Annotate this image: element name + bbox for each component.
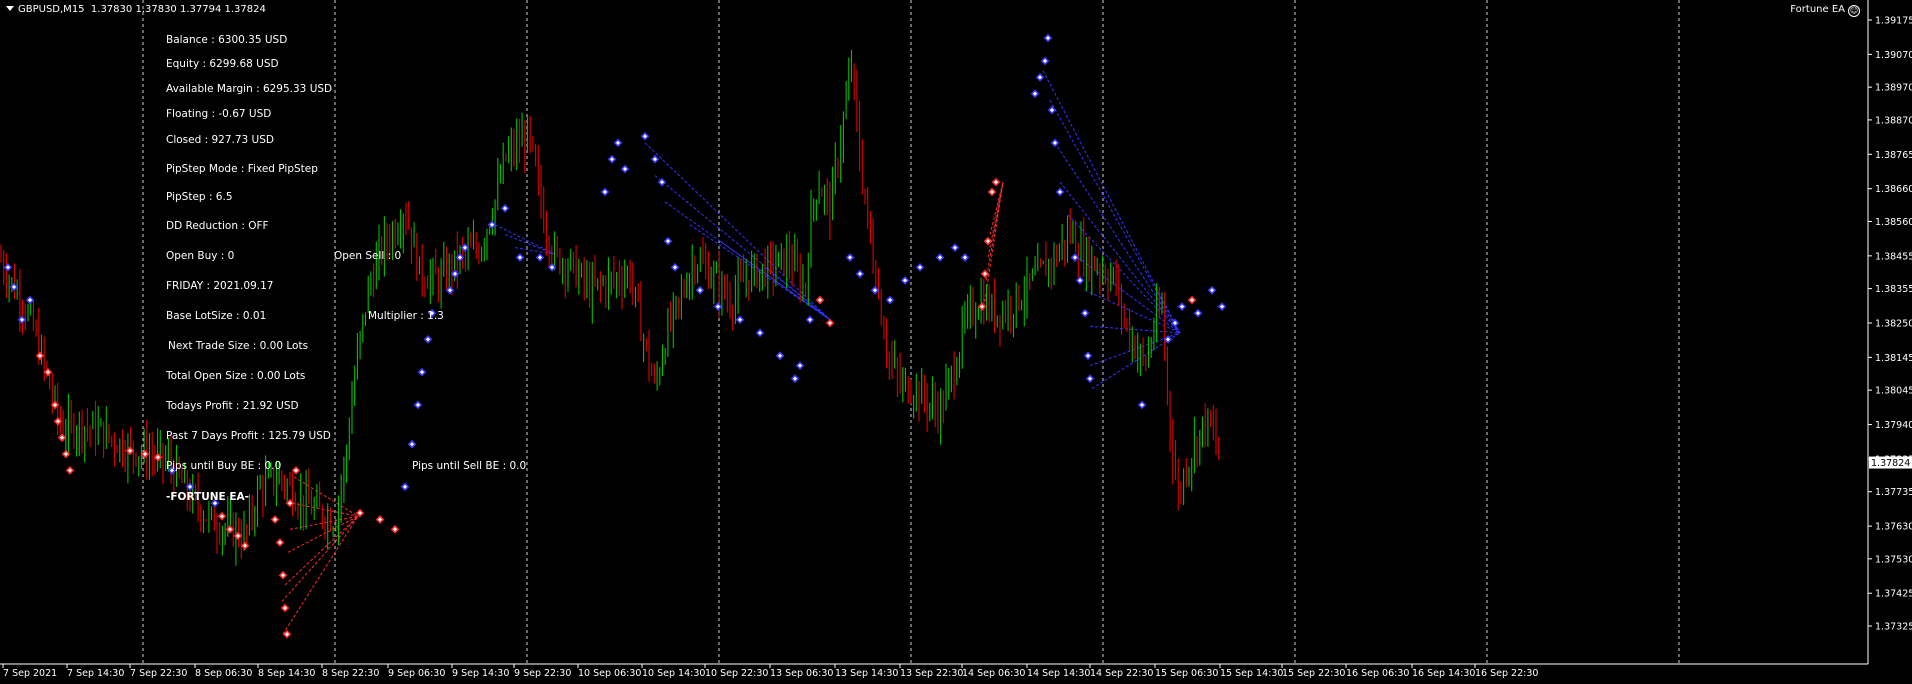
closed-text: Closed : 927.73 USD — [166, 134, 274, 146]
total-open-text: Total Open Size : 0.00 Lots — [166, 370, 306, 382]
time-tick-label: 15 Sep 06:30 — [1155, 668, 1218, 679]
dropdown-triangle-icon[interactable] — [6, 6, 14, 11]
time-tick-label: 16 Sep 22:30 — [1475, 668, 1538, 679]
price-tick-label: 1.38765 — [1875, 150, 1912, 161]
price-tick-label: 1.37735 — [1875, 487, 1912, 498]
time-tick-label: 8 Sep 22:30 — [322, 668, 379, 679]
open-sell-text: Open Sell : 0 — [334, 250, 402, 262]
price-tick-label: 1.37630 — [1875, 522, 1912, 533]
symbol-header[interactable]: GBPUSD,M15 1.37830 1.37830 1.37794 1.378… — [6, 4, 266, 15]
time-tick-label: 15 Sep 14:30 — [1220, 668, 1283, 679]
brand-text: -FORTUNE EA- — [166, 491, 250, 503]
time-tick-label: 9 Sep 06:30 — [388, 668, 445, 679]
time-tick-label: 13 Sep 22:30 — [900, 668, 963, 679]
time-tick-label: 10 Sep 22:30 — [705, 668, 768, 679]
price-tick-label: 1.38355 — [1875, 284, 1912, 295]
ea-label[interactable]: Fortune EA ☺ — [1790, 4, 1860, 17]
symbol-label: GBPUSD,M15 — [18, 4, 85, 15]
ea-name: Fortune EA — [1790, 4, 1845, 15]
price-tick-label: 1.38045 — [1875, 386, 1912, 397]
time-tick-label: 14 Sep 14:30 — [1027, 668, 1090, 679]
time-tick-label: 14 Sep 06:30 — [962, 668, 1025, 679]
pipstep-mode-text: PipStep Mode : Fixed PipStep — [166, 163, 318, 175]
time-tick-label: 15 Sep 22:30 — [1282, 668, 1345, 679]
price-tick-label: 1.39175 — [1875, 16, 1912, 27]
multiplier-text: Multiplier : 1.3 — [368, 310, 444, 322]
price-tick-label: 1.38870 — [1875, 115, 1912, 126]
time-tick-label: 9 Sep 14:30 — [452, 668, 509, 679]
price-tick-label: 1.38660 — [1875, 184, 1912, 195]
time-tick-label: 16 Sep 06:30 — [1346, 668, 1409, 679]
time-tick-label: 16 Sep 14:30 — [1412, 668, 1475, 679]
price-tick-label: 1.38250 — [1875, 319, 1912, 330]
dd-reduction-text: DD Reduction : OFF — [166, 220, 269, 232]
date-text: FRIDAY : 2021.09.17 — [166, 280, 274, 292]
price-tick-label: 1.37325 — [1875, 622, 1912, 633]
price-tick-label: 1.38970 — [1875, 83, 1912, 94]
smiley-icon: ☺ — [1848, 5, 1860, 17]
price-tick-label: 1.38455 — [1875, 251, 1912, 262]
ohlc-values: 1.37830 1.37830 1.37794 1.37824 — [90, 4, 266, 15]
time-tick-label: 10 Sep 06:30 — [578, 668, 641, 679]
current-price-label: 1.37824 — [1871, 458, 1910, 469]
pips-sell-be-text: Pips until Sell BE : 0.0 — [412, 460, 527, 472]
time-tick-label: 8 Sep 14:30 — [258, 668, 315, 679]
pips-buy-be-text: Pips until Buy BE : 0.0 — [166, 460, 282, 472]
equity-text: Equity : 6299.68 USD — [166, 58, 279, 70]
time-tick-label: 9 Sep 22:30 — [514, 668, 571, 679]
time-tick-label: 7 Sep 14:30 — [67, 668, 124, 679]
time-tick-label: 8 Sep 06:30 — [195, 668, 252, 679]
balance-text: Balance : 6300.35 USD — [166, 34, 288, 46]
todays-profit-text: Todays Profit : 21.92 USD — [166, 400, 299, 412]
time-tick-label: 7 Sep 2021 — [3, 668, 57, 679]
time-tick-label: 7 Sep 22:30 — [130, 668, 187, 679]
time-tick-label: 13 Sep 06:30 — [770, 668, 833, 679]
price-tick-label: 1.37530 — [1875, 554, 1912, 565]
open-buy-text: Open Buy : 0 — [166, 250, 235, 262]
price-tick-label: 1.37425 — [1875, 589, 1912, 600]
time-tick-label: 13 Sep 14:30 — [835, 668, 898, 679]
price-tick-label: 1.38145 — [1875, 353, 1912, 364]
time-tick-label: 14 Sep 22:30 — [1090, 668, 1153, 679]
floating-text: Floating : -0.67 USD — [166, 108, 272, 120]
next-trade-text: Next Trade Size : 0.00 Lots — [168, 340, 309, 352]
time-tick-label: 10 Sep 14:30 — [642, 668, 705, 679]
base-lot-text: Base LotSize : 0.01 — [166, 310, 267, 322]
pipstep-text: PipStep : 6.5 — [166, 191, 233, 203]
price-tick-label: 1.39070 — [1875, 50, 1912, 61]
past7-profit-text: Past 7 Days Profit : 125.79 USD — [166, 430, 331, 442]
price-tick-label: 1.38560 — [1875, 217, 1912, 228]
price-tick-label: 1.37940 — [1875, 420, 1912, 431]
margin-text: Available Margin : 6295.33 USD — [166, 83, 333, 95]
